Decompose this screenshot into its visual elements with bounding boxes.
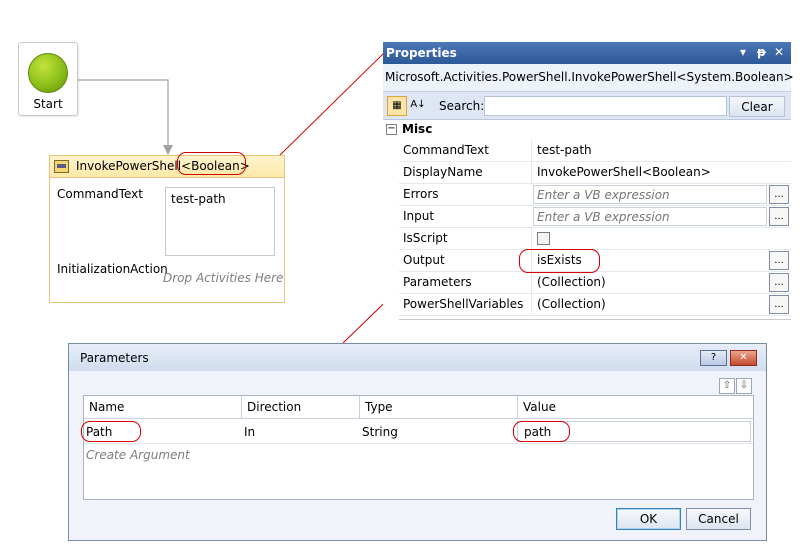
column-header-direction[interactable]: Direction bbox=[242, 396, 360, 419]
command-text-label: CommandText bbox=[57, 187, 143, 201]
property-name: Output bbox=[403, 253, 445, 267]
property-row-isscript[interactable]: IsScript bbox=[399, 228, 791, 250]
categorized-icon[interactable]: ▦ bbox=[387, 96, 407, 116]
create-argument-link[interactable]: Create Argument bbox=[86, 448, 190, 462]
start-label: Start bbox=[33, 97, 63, 111]
property-name: Input bbox=[403, 209, 435, 223]
properties-title: Properties bbox=[386, 46, 457, 60]
highlight-boolean-type bbox=[177, 152, 246, 175]
property-value[interactable]: (Collection) bbox=[537, 297, 606, 311]
powershell-activity-icon bbox=[54, 160, 69, 173]
dropdown-icon[interactable]: ▾ bbox=[740, 45, 746, 59]
input-expression-input[interactable] bbox=[533, 207, 767, 226]
property-row-parameters[interactable]: Parameters (Collection) ... bbox=[399, 272, 791, 294]
parameters-dialog: Parameters ? ✕ ⇧ ⇩ Name Direction Type V… bbox=[68, 343, 767, 541]
table-row[interactable]: Path In String path bbox=[84, 420, 753, 444]
errors-ellipsis-button[interactable]: ... bbox=[769, 185, 789, 204]
column-header-type[interactable]: Type bbox=[360, 396, 518, 419]
property-name: Parameters bbox=[403, 275, 472, 289]
start-node[interactable]: Start bbox=[18, 42, 78, 116]
input-ellipsis-button[interactable]: ... bbox=[769, 207, 789, 226]
properties-titlebar: Properties ▾ ᵽ ✕ bbox=[383, 42, 791, 64]
highlight-path-name bbox=[81, 421, 141, 442]
clear-button[interactable]: Clear bbox=[729, 96, 785, 117]
property-row-input[interactable]: Input ... bbox=[399, 206, 791, 228]
output-ellipsis-button[interactable]: ... bbox=[769, 251, 789, 270]
move-down-icon[interactable]: ⇩ bbox=[736, 378, 752, 394]
argument-type[interactable]: String bbox=[362, 425, 398, 439]
help-button[interactable]: ? bbox=[700, 350, 727, 366]
property-name: CommandText bbox=[403, 143, 489, 157]
sort-alpha-icon[interactable]: A↓ bbox=[408, 96, 428, 116]
column-header-name[interactable]: Name bbox=[84, 396, 242, 419]
arguments-grid: Name Direction Type Value Path In String… bbox=[83, 395, 754, 500]
highlight-path-value bbox=[513, 421, 570, 442]
dialog-close-button[interactable]: ✕ bbox=[730, 350, 757, 366]
command-text-input[interactable]: test-path bbox=[165, 187, 275, 256]
errors-expression-input[interactable] bbox=[533, 185, 767, 204]
property-name: IsScript bbox=[403, 231, 448, 245]
drop-activities-hint[interactable]: Drop Activities Here bbox=[163, 271, 283, 285]
category-label: Misc bbox=[402, 122, 433, 136]
property-gutter bbox=[383, 140, 399, 318]
selected-type-name: Microsoft.Activities.PowerShell.InvokePo… bbox=[383, 64, 794, 92]
property-value[interactable]: InvokePowerShell<Boolean> bbox=[537, 165, 711, 179]
property-value[interactable]: test-path bbox=[537, 143, 592, 157]
dialog-title: Parameters bbox=[80, 351, 149, 365]
properties-panel: Properties ▾ ᵽ ✕ Microsoft.Activities.Po… bbox=[383, 42, 794, 320]
close-icon[interactable]: ✕ bbox=[774, 45, 784, 59]
properties-toolbar: ▦ A↓ Search: Clear bbox=[383, 92, 791, 120]
activity-header[interactable]: InvokePowerShell<Boolean> bbox=[50, 156, 284, 178]
category-misc[interactable]: − Misc bbox=[383, 120, 791, 140]
highlight-output-value bbox=[519, 249, 600, 273]
start-circle-icon bbox=[28, 53, 68, 93]
search-label: Search: bbox=[439, 99, 485, 113]
property-value[interactable]: (Collection) bbox=[537, 275, 606, 289]
search-input[interactable] bbox=[484, 96, 727, 116]
pin-icon[interactable]: ᵽ bbox=[757, 45, 766, 59]
column-header-value[interactable]: Value bbox=[518, 396, 753, 419]
isscript-checkbox[interactable] bbox=[537, 232, 550, 245]
property-name: Errors bbox=[403, 187, 439, 201]
flow-arrowhead bbox=[163, 145, 173, 155]
invoke-powershell-activity[interactable]: InvokePowerShell<Boolean> CommandText te… bbox=[49, 155, 285, 303]
property-row-displayname[interactable]: DisplayName InvokePowerShell<Boolean> bbox=[399, 162, 791, 184]
property-name: PowerShellVariables bbox=[403, 297, 524, 311]
argument-direction[interactable]: In bbox=[244, 425, 255, 439]
property-row-commandtext[interactable]: CommandText test-path bbox=[399, 140, 791, 162]
variables-ellipsis-button[interactable]: ... bbox=[769, 295, 789, 314]
property-name: DisplayName bbox=[403, 165, 483, 179]
parameters-ellipsis-button[interactable]: ... bbox=[769, 273, 789, 292]
grid-header: Name Direction Type Value bbox=[84, 396, 753, 419]
callout-line-properties bbox=[276, 52, 385, 159]
collapse-icon[interactable]: − bbox=[386, 124, 397, 135]
cancel-button[interactable]: Cancel bbox=[686, 508, 751, 530]
ok-button[interactable]: OK bbox=[616, 508, 681, 530]
property-row-errors[interactable]: Errors ... bbox=[399, 184, 791, 206]
flow-connector bbox=[78, 79, 169, 147]
dialog-titlebar: Parameters ? ✕ bbox=[69, 344, 766, 371]
property-row-powershellvariables[interactable]: PowerShellVariables (Collection) ... bbox=[399, 294, 791, 316]
initialization-action-label: InitializationAction bbox=[57, 262, 168, 276]
move-up-icon[interactable]: ⇧ bbox=[719, 378, 735, 394]
